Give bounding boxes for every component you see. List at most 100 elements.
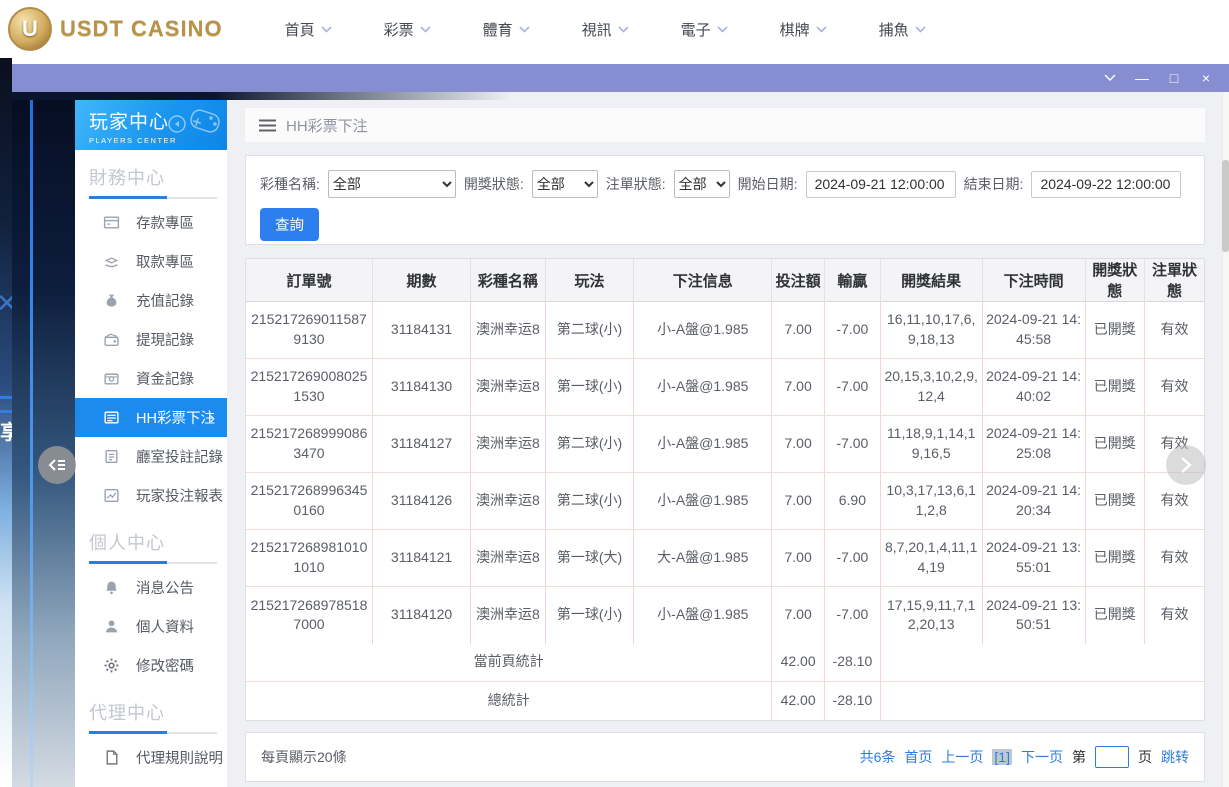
order-status-select[interactable]: 全部 (673, 170, 730, 198)
page-background-strip: ✕ 享 (0, 58, 12, 787)
nav-item-fishing[interactable]: 捕魚 (879, 19, 926, 40)
table-cell: 已開獎 (1085, 529, 1145, 587)
query-button[interactable]: 查詢 (260, 208, 319, 241)
nav-item-lottery[interactable]: 彩票 (384, 19, 431, 40)
background-glow-line (30, 92, 33, 787)
next-page-link[interactable]: 下一页 (1021, 747, 1063, 767)
sidebar-item-announcements[interactable]: 消息公告 (75, 568, 227, 607)
deposit-icon (103, 214, 120, 231)
sidebar-item-room-bet-records[interactable]: 廳室投註記錄 (75, 437, 227, 476)
table-cell: 有效 (1144, 529, 1204, 587)
nav-item-sports[interactable]: 體育 (483, 19, 530, 40)
table-cell: -7.00 (824, 415, 881, 473)
main-menu: 首頁 彩票 體育 視訊 電子 棋牌 捕魚 (285, 19, 926, 40)
section-title: 個人中心 (89, 533, 165, 553)
start-date-input[interactable] (805, 170, 956, 198)
hamburger-icon[interactable] (259, 119, 276, 132)
end-date-label: 結束日期: (963, 176, 1024, 192)
window-minimize-button[interactable]: — (1131, 68, 1153, 88)
table-cell: 第二球(小) (545, 415, 635, 473)
table-cell: 2152172690080251530 (246, 358, 373, 416)
withdraw-icon (103, 253, 120, 270)
nav-item-video[interactable]: 視訊 (582, 19, 629, 40)
sidebar-item-deposit[interactable]: 存款專區 (75, 203, 227, 242)
end-date-input[interactable] (1031, 170, 1182, 198)
nav-label: 視訊 (581, 21, 612, 39)
table-cell: 已開獎 (1085, 472, 1145, 530)
table-cell: 2152172689785187000 (246, 586, 373, 644)
table-row: 2152172689810101010 31184121 澳洲幸运8 第一球(大) 大-… (246, 529, 1204, 587)
jump-page-input[interactable] (1095, 746, 1129, 768)
vertical-scrollbar[interactable] (1222, 92, 1229, 787)
table-row: 2152172689963450160 31184126 澳洲幸运8 第二球(小) 小-… (246, 472, 1204, 530)
section-title: 代理中心 (89, 703, 165, 723)
sidebar-item-withdraw[interactable]: 取款專區 (75, 242, 227, 281)
table-cell: 有效 (1160, 606, 1189, 623)
table-cell: 澳洲幸运8 (470, 358, 546, 416)
sidebar-item-agent-rules[interactable]: 代理規則說明 (75, 738, 227, 777)
scroll-next-button[interactable] (1166, 445, 1206, 485)
table-cell: 31184131 (372, 301, 472, 359)
table-cell: 第二球(小) (545, 472, 635, 530)
table-cell: 已開獎 (1085, 301, 1145, 359)
current-page-indicator[interactable]: [1] (992, 749, 1012, 765)
page-size-text: 每頁顯示20條 (261, 749, 347, 765)
section-divider (89, 561, 217, 564)
sidebar-item-hh-lottery-bets[interactable]: HH彩票下注 › (75, 398, 227, 437)
sidebar-item-label: 代理規則說明 (136, 751, 223, 767)
sidebar-header: 玩家中心 PLAYERS CENTER (75, 100, 227, 150)
sidebar-item-change-password[interactable]: 修改密碼 (75, 646, 227, 685)
sidebar-item-cashout-record[interactable]: 提現記錄 (75, 320, 227, 359)
sidebar-section-finance: 財務中心 (89, 164, 227, 199)
table-cell: 16,11,10,17,6,9,18,13 (880, 301, 983, 359)
site-top-nav: U USDT CASINO 首頁 彩票 體育 視訊 電子 棋牌 捕魚 (0, 0, 1229, 58)
scrollbar-thumb[interactable] (1222, 160, 1229, 252)
table-cell: 第一球(大) (545, 529, 635, 587)
table-cell: 7.00 (771, 586, 826, 644)
table-cell: 7.00 (771, 301, 826, 359)
site-logo[interactable]: U USDT CASINO (8, 7, 223, 51)
nav-label: 電子 (680, 21, 711, 39)
total-count: 共6条 (859, 749, 896, 765)
column-header: 訂單號 (246, 259, 373, 302)
logo-coin-icon: U (8, 7, 52, 51)
column-header: 開獎狀態 (1085, 259, 1145, 302)
column-header: 下注信息 (633, 259, 773, 302)
sidebar-item-funds-record[interactable]: 資金記錄 (75, 359, 227, 398)
window-maximize-button[interactable]: □ (1163, 68, 1185, 88)
sidebar-collapse-button[interactable] (38, 446, 76, 484)
table-row: 2152172690080251530 31184130 澳洲幸运8 第一球(小) 小-… (246, 358, 1204, 416)
nav-item-slots[interactable]: 電子 (681, 19, 728, 40)
table-cell: 2024-09-21 14:25:08 (982, 415, 1086, 473)
table-cell: 31184121 (372, 529, 472, 587)
table-cell: -7.00 (824, 529, 881, 587)
draw-status-label: 開獎狀態: (463, 176, 524, 192)
sidebar-item-label: 個人資料 (136, 620, 194, 636)
chevron-down-icon (321, 25, 332, 33)
background-character: 享 (0, 422, 12, 444)
chevron-left-icon (48, 459, 65, 471)
first-page-link[interactable]: 首页 (904, 747, 932, 767)
background-line (0, 410, 12, 413)
sidebar-item-player-bet-report[interactable]: 玩家投注報表 (75, 476, 227, 515)
gamepad-icon (168, 109, 220, 133)
draw-status-select[interactable]: 全部 (531, 170, 598, 198)
nav-item-home[interactable]: 首頁 (285, 19, 332, 40)
nav-item-cards[interactable]: 棋牌 (780, 19, 827, 40)
window-close-button[interactable]: × (1195, 68, 1217, 88)
jump-button[interactable]: 跳转 (1161, 747, 1189, 767)
sidebar-item-recharge-record[interactable]: 充值記錄 (75, 281, 227, 320)
window-dropdown-button[interactable] (1099, 68, 1121, 88)
lottery-name-select[interactable]: 全部 (327, 170, 456, 198)
table-row: 2152172689990863470 31184127 澳洲幸运8 第二球(小) 小-… (246, 415, 1204, 473)
prev-page-link[interactable]: 上一页 (941, 747, 983, 767)
sidebar-item-profile[interactable]: 個人資料 (75, 607, 227, 646)
table-row: 2152172689785187000 31184120 澳洲幸运8 第一球(小) 小-… (246, 586, 1204, 644)
summary-empty (880, 643, 1204, 682)
chevron-down-icon (420, 25, 431, 33)
sidebar-section-agent: 代理中心 (89, 699, 227, 734)
summary-label: 當前頁統計 (246, 643, 773, 682)
summary-row-current-page: 當前頁統計 42.00 -28.10 (246, 643, 1204, 682)
column-header: 開獎結果 (880, 259, 983, 302)
sidebar-item-label: 取款專區 (136, 255, 194, 271)
